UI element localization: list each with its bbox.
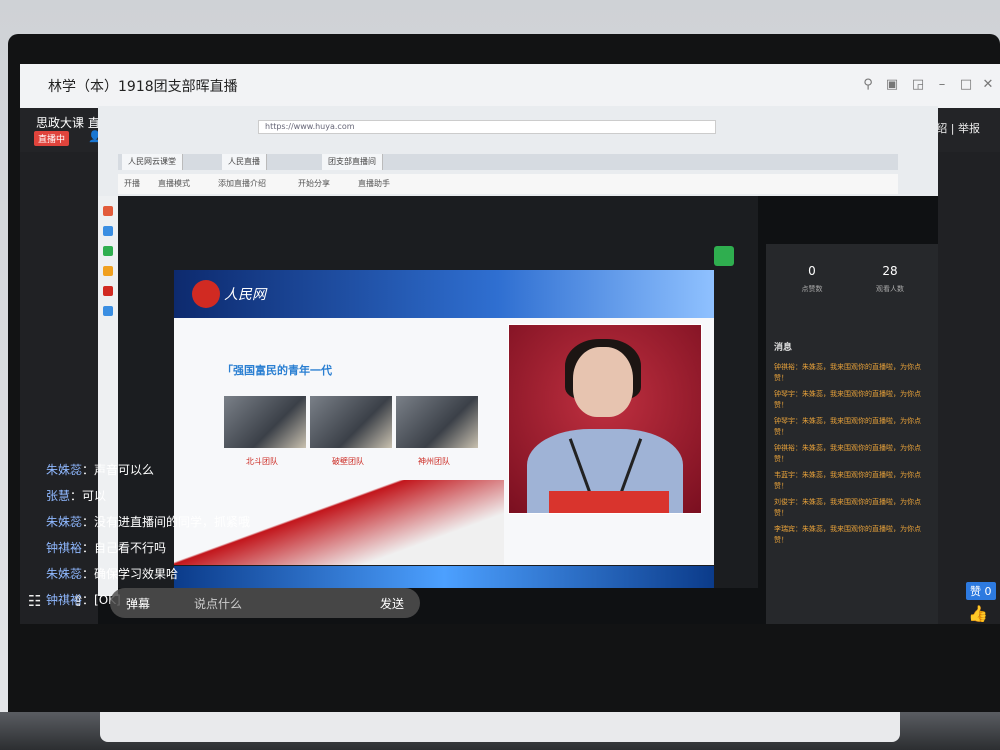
streaming-toolbar: 开播 直播模式 添加直播介绍 开始分享 直播助手: [118, 174, 898, 194]
podium: [549, 491, 669, 513]
team-photo: [396, 396, 478, 448]
app-icon[interactable]: [103, 266, 113, 276]
speaker-video: [508, 324, 702, 514]
team-photo: [310, 396, 392, 448]
maximize-icon[interactable]: □: [958, 77, 974, 93]
pip-icon[interactable]: ◲: [910, 77, 926, 93]
live-status-badge: 直播中: [34, 131, 70, 146]
like-count-label: 点赞数: [801, 285, 823, 293]
viewer-count-label: 观看人数: [876, 285, 904, 293]
list-item: 钟琴宇：朱姝蕊，我来围观你的直播啦，为你点赞！: [774, 390, 921, 409]
app-icon[interactable]: [103, 206, 113, 216]
people-daily-logo-icon: [192, 280, 220, 308]
window-title: 林学（本）1918团支部晖直播: [48, 79, 238, 95]
message-list[interactable]: 钟祺裕：朱姝蕊，我来围观你的直播啦，为你点赞！ 钟琴宇：朱姝蕊，我来围观你的直播…: [774, 362, 932, 592]
note-icon[interactable]: ☷: [28, 592, 41, 610]
toolbar-item[interactable]: 直播模式: [158, 178, 190, 189]
app-icon[interactable]: [103, 246, 113, 256]
browser-tab[interactable]: 团支部直播间: [322, 154, 383, 170]
comment-placeholder[interactable]: 说点什么: [194, 595, 242, 612]
browser-tab[interactable]: 人民直播: [222, 154, 267, 170]
app-icon[interactable]: [103, 306, 113, 316]
speaker-face: [573, 347, 633, 417]
minimize-icon[interactable]: –: [934, 77, 950, 93]
layout-icon[interactable]: ▣: [884, 77, 900, 93]
comment-text: 没有进直播间的同学，抓紧哦: [94, 515, 251, 529]
comment-item: 钟祺裕：自己看不行吗: [46, 541, 167, 555]
comment-author: 朱姝蕊: [46, 463, 83, 477]
viewer-count: 28: [882, 264, 898, 278]
stats-area: 0 点赞数 28 观看人数: [766, 254, 938, 314]
slide-logo-text: 人民网: [224, 287, 266, 303]
list-item: 刘俊宇：朱姝蕊，我来围观你的直播啦，为你点赞！: [774, 498, 921, 517]
list-item: 钟琴宇：朱姝蕊，我来围观你的直播啦，为你点赞！: [774, 417, 921, 436]
address-bar[interactable]: https://www.huya.com: [258, 120, 716, 134]
toolbar-item[interactable]: 开播: [124, 178, 140, 189]
comment-author: 钟祺裕: [46, 541, 83, 555]
list-item: 钟祺裕：朱姝蕊，我来围观你的直播啦，为你点赞！: [774, 444, 921, 463]
like-stat: 0 点赞数: [782, 264, 842, 294]
chat-panel: 0 点赞数 28 观看人数 消息 钟祺裕：朱姝蕊，我来围观你的直播啦，为你点赞！…: [766, 244, 938, 624]
comment-item: 朱姝蕊：没有进直播间的同学，抓紧哦: [46, 515, 251, 529]
like-count: 0: [808, 264, 816, 278]
comment-text: 自己看不行吗: [94, 541, 167, 555]
comment-text: 声音可以么: [94, 463, 155, 477]
messages-heading: 消息: [774, 343, 793, 353]
list-item: 李瑞宾：朱姝蕊，我来围观你的直播啦，为你点赞！: [774, 525, 921, 544]
toolbar-item[interactable]: 开始分享: [298, 178, 330, 189]
share-control-icon[interactable]: [714, 246, 734, 266]
toolbar-item[interactable]: 添加直播介绍: [218, 178, 266, 189]
thumbs-up-icon[interactable]: 👍: [968, 604, 988, 623]
danmu-toggle[interactable]: 弹幕: [126, 595, 150, 612]
comment-text: 可以: [82, 489, 107, 503]
comment-input[interactable]: 弹幕 说点什么 发送: [110, 588, 420, 618]
send-button[interactable]: 发送: [380, 595, 404, 612]
like-count-badge: 赞 0: [966, 582, 996, 600]
bottom-bar: ☷ ⇪ 弹幕 说点什么 发送 赞 0 👍: [20, 574, 1000, 624]
team-photo: [224, 396, 306, 448]
slide-title: 「强国富民的青年一代: [222, 364, 332, 377]
list-item: 钟祺裕：朱姝蕊，我来围观你的直播啦，为你点赞！: [774, 363, 921, 382]
comment-item: 张慧：可以: [46, 489, 107, 503]
app-icon[interactable]: [103, 226, 113, 236]
toolbar-item[interactable]: 直播助手: [358, 178, 390, 189]
share-icon[interactable]: ⇪: [72, 592, 85, 610]
close-icon[interactable]: ✕: [980, 77, 996, 93]
viewer-stat: 28 观看人数: [860, 264, 920, 294]
photo-caption: 神州团队: [418, 457, 450, 466]
title-bar: 林学（本）1918团支部晖直播 ⚲ ▣ ◲ – □ ✕: [20, 64, 1000, 108]
slide-header: 人民网: [174, 270, 714, 318]
app-screen: 林学（本）1918团支部晖直播 ⚲ ▣ ◲ – □ ✕ 思政大课 直播 直播中 …: [20, 64, 1000, 624]
comment-author: 朱姝蕊: [46, 515, 83, 529]
photo-caption: 破壁团队: [332, 457, 364, 466]
pin-icon[interactable]: ⚲: [860, 77, 876, 93]
laptop-base: [0, 712, 1000, 750]
laptop-lip: [100, 712, 900, 742]
list-item: 韦蓝宇：朱姝蕊，我来围观你的直播啦，为你点赞！: [774, 471, 921, 490]
app-icon[interactable]: [103, 286, 113, 296]
comment-item: 朱姝蕊：声音可以么: [46, 463, 155, 477]
browser-tab[interactable]: 人民网云课堂: [122, 154, 183, 170]
comment-author: 张慧: [46, 489, 71, 503]
browser-chrome: https://www.huya.com 人民网云课堂 人民直播 团支部直播间 …: [98, 106, 938, 196]
